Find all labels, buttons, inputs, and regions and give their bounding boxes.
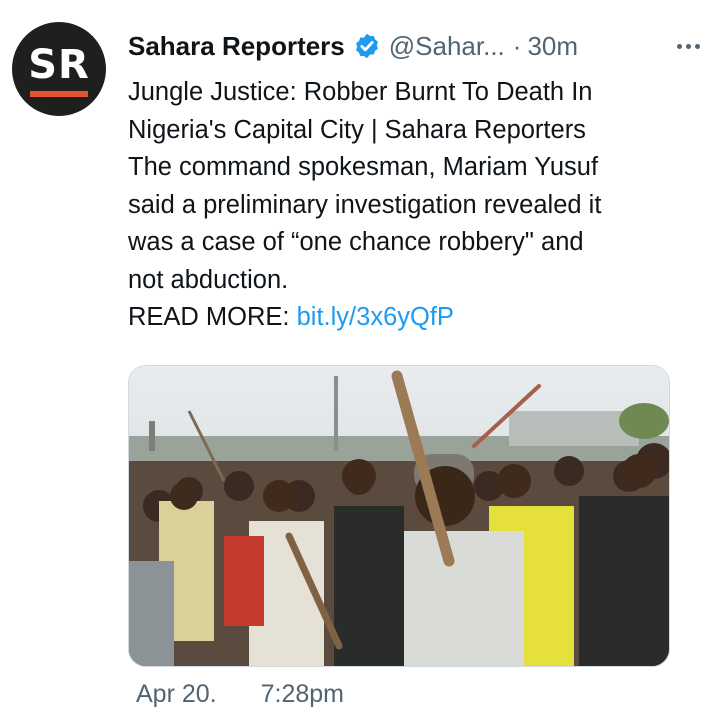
tweet-timestamp[interactable]: 30m xyxy=(527,31,578,62)
tweet-footer: Apr 20. 7:28pm xyxy=(136,680,344,709)
tweet-photo[interactable] xyxy=(128,365,670,667)
tweet-line: Nigeria's Capital City | Sahara Reporter… xyxy=(128,115,586,144)
read-more-line: READ MORE: bit.ly/3x6yQfP xyxy=(128,299,688,337)
more-options-icon[interactable] xyxy=(677,43,706,49)
tweet-line: said a preliminary investigation reveale… xyxy=(128,190,602,219)
read-more-label: READ MORE: xyxy=(128,303,290,331)
tweet-line: Jungle Justice: Robber Burnt To Death In xyxy=(128,78,593,106)
tweet-date[interactable]: Apr 20. xyxy=(136,680,217,709)
tweet-text: Jungle Justice: Robber Burnt To Death In… xyxy=(128,74,688,337)
tweet-line: not abduction. xyxy=(128,265,289,294)
tweet-line: The command spokesman, Mariam Yusuf xyxy=(128,153,599,181)
account-handle[interactable]: @Sahar... xyxy=(389,31,505,62)
avatar-logo-text: SR xyxy=(28,42,90,88)
verified-badge-icon xyxy=(355,33,378,59)
article-link[interactable]: bit.ly/3x6yQfP xyxy=(297,303,454,331)
avatar-accent-bar xyxy=(30,91,88,97)
avatar[interactable]: SR xyxy=(12,22,106,116)
tweet-line: was a case of “one chance robbery" and xyxy=(128,228,584,256)
tweet-header: Sahara Reporters @Sahar... · 30m xyxy=(128,26,706,66)
photo-crowd-icon xyxy=(129,366,669,666)
account-name[interactable]: Sahara Reporters xyxy=(128,31,345,62)
tweet-time[interactable]: 7:28pm xyxy=(261,680,344,709)
separator-dot: · xyxy=(512,30,522,61)
